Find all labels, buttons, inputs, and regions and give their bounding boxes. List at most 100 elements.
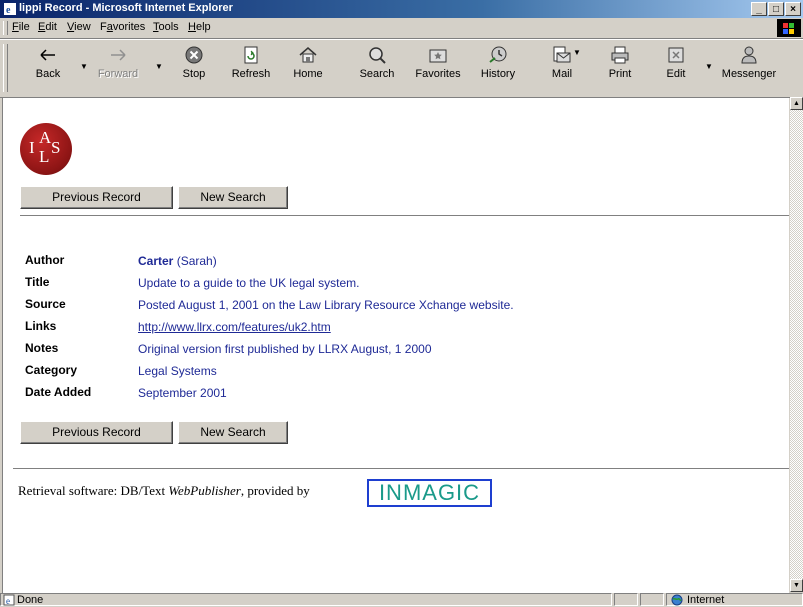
menu-help[interactable]: Help xyxy=(188,21,211,33)
svg-text:e: e xyxy=(6,5,11,16)
print-label: Print xyxy=(608,68,632,80)
refresh-label: Refresh xyxy=(231,68,271,80)
title-value: Update to a guide to the UK legal system… xyxy=(138,276,360,290)
author-given-name: (Sarah) xyxy=(173,254,217,268)
links-value: http://www.llrx.com/features/uk2.htm xyxy=(138,320,331,334)
history-button[interactable]: History xyxy=(474,44,522,92)
windows-logo-icon xyxy=(777,19,801,37)
stop-label: Stop xyxy=(182,68,206,80)
logo-letter-a: A xyxy=(39,128,52,147)
category-value: Legal Systems xyxy=(138,364,217,378)
back-label: Back xyxy=(35,68,61,80)
maximize-button[interactable]: □ xyxy=(768,2,784,16)
status-main-pane: e Done xyxy=(0,593,612,606)
links-label: Links xyxy=(25,319,57,333)
back-button[interactable]: Back xyxy=(26,44,70,92)
favorites-icon xyxy=(429,49,447,63)
menu-tools[interactable]: Tools xyxy=(153,21,179,33)
top-separator xyxy=(20,215,789,217)
previous-record-button-bottom[interactable]: Previous Record xyxy=(20,421,173,444)
messenger-label: Messenger xyxy=(721,68,777,80)
inmagic-logo[interactable]: INMAGIC xyxy=(367,479,492,507)
favorites-button[interactable]: Favorites xyxy=(410,44,466,92)
menu-file[interactable]: File xyxy=(12,21,30,33)
page-content: I A L S Previous Record New Search Autho… xyxy=(2,97,789,593)
footer-prefix: Retrieval software: DB/Text xyxy=(18,483,169,498)
forward-label: Forward xyxy=(97,68,139,80)
scroll-up-icon[interactable]: ▲ xyxy=(790,97,803,110)
logo-letter-i: I xyxy=(29,138,35,157)
forward-button[interactable]: Forward xyxy=(92,44,144,92)
menubar-grip[interactable] xyxy=(3,21,8,35)
menu-edit[interactable]: Edit xyxy=(38,21,57,33)
toolbar-grip[interactable] xyxy=(3,44,8,92)
history-label: History xyxy=(480,68,516,80)
previous-record-button-top[interactable]: Previous Record xyxy=(20,186,173,209)
scroll-down-icon[interactable]: ▼ xyxy=(790,579,803,592)
print-button[interactable]: Print xyxy=(598,44,642,92)
printer-icon xyxy=(611,46,629,64)
mail-dropdown-icon[interactable]: ▼ xyxy=(573,48,581,57)
edit-label: Edit xyxy=(666,68,686,80)
mail-icon xyxy=(553,46,571,63)
search-label: Search xyxy=(359,68,395,80)
status-pane-2 xyxy=(640,593,664,606)
new-search-button-bottom[interactable]: New Search xyxy=(178,421,288,444)
title-label: Title xyxy=(25,275,50,289)
category-label: Category xyxy=(25,363,78,377)
forward-dropdown-icon[interactable]: ▼ xyxy=(155,62,163,71)
footer-product: WebPublisher xyxy=(168,483,241,498)
logo-letter-l: L xyxy=(39,147,50,166)
refresh-button[interactable]: Refresh xyxy=(226,44,276,92)
menu-bar: File Edit View Favorites Tools Help xyxy=(0,18,803,39)
stop-button[interactable]: Stop xyxy=(172,44,216,92)
messenger-button[interactable]: Messenger xyxy=(718,44,780,92)
ie-page-icon: e xyxy=(4,3,16,16)
edit-button[interactable]: Edit xyxy=(656,44,696,92)
back-arrow-icon xyxy=(40,49,55,61)
back-dropdown-icon[interactable]: ▼ xyxy=(80,62,88,71)
mail-label: Mail xyxy=(551,68,573,80)
search-button[interactable]: Search xyxy=(352,44,402,92)
search-icon xyxy=(369,47,386,64)
source-value: Posted August 1, 2001 on the Law Library… xyxy=(138,298,514,312)
home-button[interactable]: Home xyxy=(286,44,330,92)
favorites-label: Favorites xyxy=(415,68,461,80)
standard-toolbar: Back ▼ Forward ▼ Stop Refresh Home Searc… xyxy=(0,39,803,98)
refresh-icon xyxy=(244,46,258,64)
notes-label: Notes xyxy=(25,341,59,355)
close-button[interactable]: × xyxy=(785,2,801,16)
source-label: Source xyxy=(25,297,66,311)
page-done-icon: e xyxy=(3,594,15,606)
minimize-button[interactable]: _ xyxy=(751,2,767,16)
edit-page-icon xyxy=(668,47,684,63)
status-bar: e Done Internet xyxy=(0,593,803,607)
new-search-button-top[interactable]: New Search xyxy=(178,186,288,209)
status-zone-pane: Internet xyxy=(666,593,803,606)
edit-dropdown-icon[interactable]: ▼ xyxy=(705,62,713,71)
date-added-value: September 2001 xyxy=(138,386,227,400)
record-link[interactable]: http://www.llrx.com/features/uk2.htm xyxy=(138,320,331,334)
footer-credit: Retrieval software: DB/Text WebPublisher… xyxy=(18,483,310,499)
vertical-scrollbar[interactable]: ▲ ▼ xyxy=(790,97,803,592)
menu-view[interactable]: View xyxy=(67,21,91,33)
status-pane-1 xyxy=(614,593,638,606)
home-label: Home xyxy=(293,68,323,80)
menu-favorites[interactable]: Favorites xyxy=(100,21,145,33)
author-name: Carter xyxy=(138,254,174,268)
stop-icon xyxy=(185,46,203,64)
history-icon xyxy=(489,46,507,63)
notes-value: Original version first published by LLRX… xyxy=(138,342,432,356)
window-title: lippi Record - Microsoft Internet Explor… xyxy=(19,2,233,14)
home-icon xyxy=(299,47,317,63)
ials-logo: I A L S xyxy=(20,123,72,175)
messenger-icon xyxy=(741,46,757,64)
date-added-label: Date Added xyxy=(25,385,92,399)
bottom-separator xyxy=(13,468,789,470)
author-value: Carter (Sarah) xyxy=(138,254,217,268)
title-bar: e lippi Record - Microsoft Internet Expl… xyxy=(0,0,803,18)
author-label: Author xyxy=(25,253,65,267)
internet-globe-icon xyxy=(671,594,683,606)
svg-text:e: e xyxy=(6,596,10,606)
status-text: Done xyxy=(17,594,44,606)
